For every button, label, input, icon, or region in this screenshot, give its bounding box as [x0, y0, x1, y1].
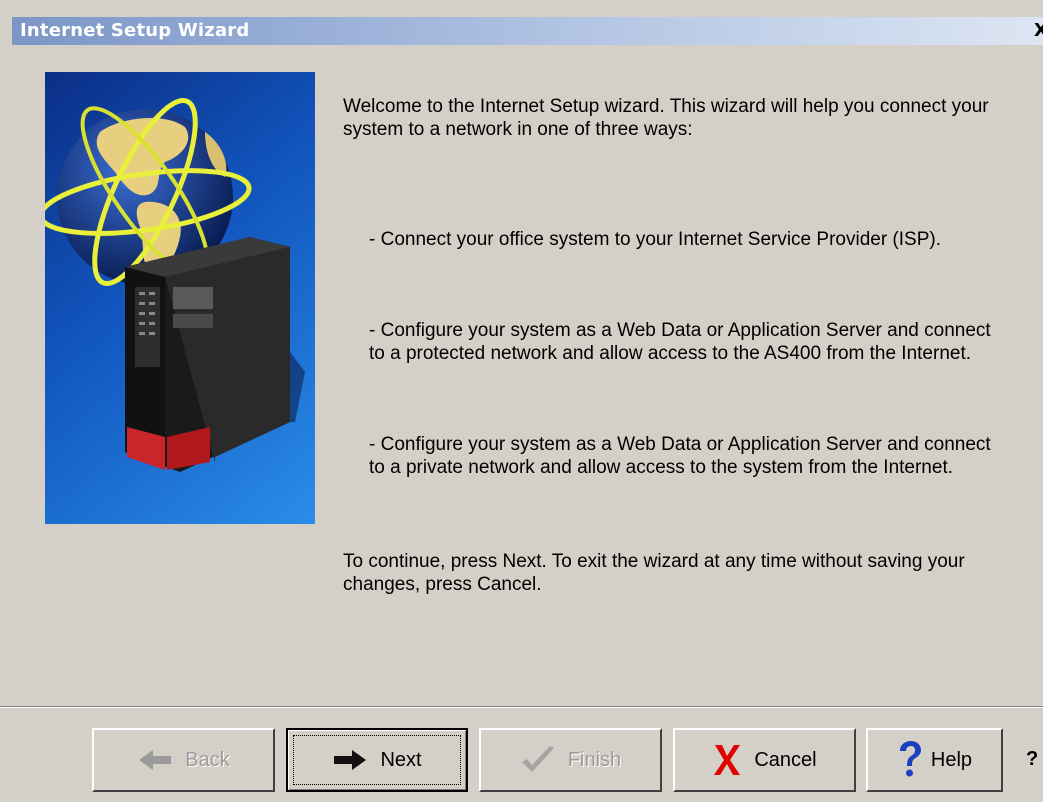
option-protected-network: - Configure your system as a Web Data or…: [369, 320, 991, 364]
back-button[interactable]: Back: [92, 728, 275, 792]
help-button[interactable]: Help: [866, 728, 1003, 792]
question-mark-icon: [897, 741, 923, 779]
cancel-button[interactable]: Cancel: [673, 728, 856, 792]
title-bar: Internet Setup Wizard X: [12, 17, 1043, 45]
back-label: Back: [185, 748, 230, 771]
finish-label: Finish: [567, 748, 622, 771]
divider-highlight: [0, 707, 1043, 708]
wizard-illustration: [45, 72, 315, 524]
red-x-icon: [712, 743, 742, 777]
next-button[interactable]: Next: [286, 728, 468, 792]
option-isp: - Connect your office system to your Int…: [369, 229, 941, 250]
finish-button[interactable]: Finish: [479, 728, 662, 792]
close-button[interactable]: X: [1034, 20, 1043, 42]
intro-text: Welcome to the Internet Setup wizard. Th…: [343, 96, 989, 140]
closing-text: To continue, press Next. To exit the wiz…: [343, 551, 965, 595]
option-private-network: - Configure your system as a Web Data or…: [369, 434, 991, 478]
context-help-button[interactable]: ?: [1026, 748, 1038, 771]
arrow-left-icon: [137, 748, 173, 772]
window-title: Internet Setup Wizard: [20, 20, 250, 41]
globe-server-illustration-icon: [45, 97, 305, 472]
cancel-label: Cancel: [754, 748, 817, 771]
checkmark-icon: [520, 745, 556, 775]
help-label: Help: [930, 748, 973, 771]
focus-rect: [293, 735, 461, 785]
